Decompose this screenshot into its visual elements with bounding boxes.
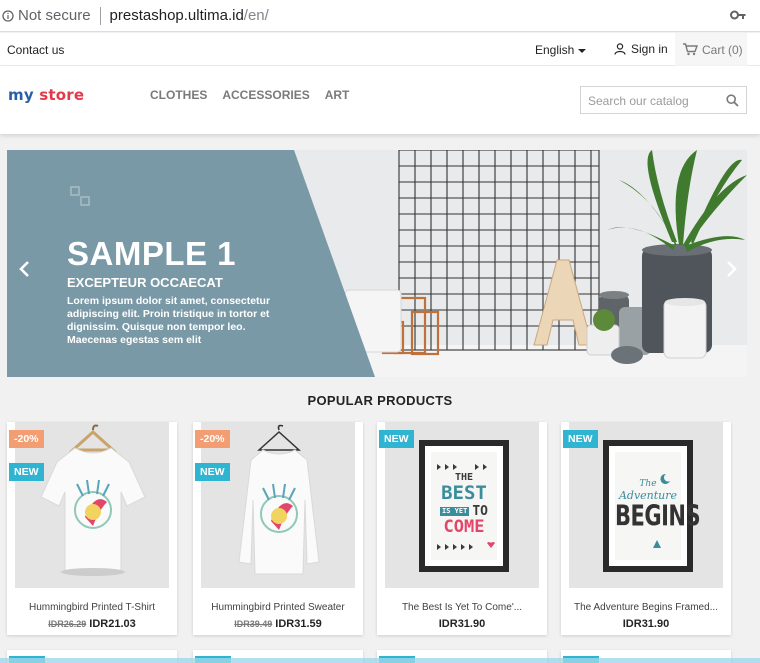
search-icon[interactable] [726, 94, 739, 107]
product-title[interactable]: The Adventure Begins Framed... [561, 602, 731, 613]
cart-icon [683, 43, 698, 56]
product-price-line: IDR31.90 [561, 618, 731, 630]
browser-address-bar[interactable]: Not secure prestashop.ultima.id/en/ [0, 0, 760, 32]
logo-word-store: store [39, 86, 85, 104]
menu-item-clothes[interactable]: CLOTHES [150, 88, 207, 102]
site-header: my store CLOTHES ACCESSORIES ART Search … [0, 66, 760, 134]
product-price-line: IDR26.29 IDR21.03 [7, 618, 177, 630]
slide-caption: SAMPLE 1 EXCEPTEUR OCCAECAT Lorem ipsum … [67, 235, 295, 347]
poster-text-best: BEST [441, 482, 487, 504]
cart-label: Cart (0) [702, 42, 743, 57]
logo-word-my: my [8, 86, 34, 104]
poster-text-the: The [639, 479, 657, 489]
top-nav: Contact us English Sign in Cart (0) [0, 33, 760, 66]
slide-description: Lorem ipsum dolor sit amet, consectetur … [67, 295, 271, 346]
divider [99, 6, 101, 25]
poster-text-begins: BEGINS [615, 499, 701, 533]
discount-badge: -20% [195, 430, 230, 448]
main-menu: CLOTHES ACCESSORIES ART [150, 88, 349, 102]
caret-down-icon [578, 48, 587, 53]
product-card[interactable]: The Adventure BEGINS NEW The Adventure B… [561, 422, 731, 635]
contact-link[interactable]: Contact us [7, 43, 64, 57]
homepage-slider[interactable]: SAMPLE 1 EXCEPTEUR OCCAECAT Lorem ipsum … [7, 150, 747, 377]
page-bottom-edge [0, 658, 760, 663]
sign-in-label: Sign in [631, 42, 668, 56]
info-icon[interactable] [2, 9, 14, 22]
product-title[interactable]: Hummingbird Printed T-Shirt [7, 602, 177, 613]
product-price-line: IDR39.49 IDR31.59 [193, 618, 363, 630]
product-price: IDR21.03 [89, 618, 136, 630]
slide-title: SAMPLE 1 [67, 235, 237, 272]
product-card[interactable]: -20% NEW Hummingbird Printed T-Shirt IDR… [7, 422, 177, 635]
popular-products-title: POPULAR PRODUCTS [307, 393, 453, 408]
cart-button[interactable]: Cart (0) [675, 33, 747, 66]
url-path[interactable]: /en/ [244, 7, 269, 24]
product-card[interactable]: THE BEST IS YET TO COME NEW The Best Is … [377, 422, 547, 635]
product-title[interactable]: The Best Is Yet To Come'... [377, 602, 547, 613]
product-price: IDR31.90 [622, 618, 670, 630]
poster-text-is-yet: IS YET [440, 507, 470, 516]
url-host[interactable]: prestashop.ultima.id [110, 7, 244, 24]
poster-text-come: COME [443, 517, 485, 537]
security-status[interactable]: Not secure [18, 7, 91, 24]
discount-badge: -20% [9, 430, 44, 448]
regular-price: IDR39.49 [234, 619, 273, 629]
key-icon[interactable] [730, 8, 746, 22]
product-price: IDR31.90 [438, 618, 486, 630]
menu-item-art[interactable]: ART [325, 88, 350, 102]
new-badge: NEW [379, 430, 414, 448]
language-label: English [535, 43, 575, 57]
product-title[interactable]: Hummingbird Printed Sweater [193, 602, 363, 613]
language-selector[interactable]: English [535, 43, 587, 57]
menu-item-accessories[interactable]: ACCESSORIES [222, 88, 309, 102]
product-price: IDR31.59 [275, 618, 322, 630]
slider-next-arrow-icon[interactable] [725, 260, 739, 278]
slide-subtitle: EXCEPTEUR OCCAECAT [67, 275, 223, 290]
product-card[interactable]: -20% NEW Hummingbird Printed Sweater IDR… [193, 422, 363, 635]
search-input[interactable]: Search our catalog [580, 86, 747, 114]
new-badge: NEW [563, 430, 598, 448]
store-logo[interactable]: my store [8, 86, 84, 104]
search-placeholder: Search our catalog [588, 94, 689, 108]
regular-price: IDR26.29 [48, 619, 87, 629]
sign-in-link[interactable]: Sign in [614, 42, 668, 56]
product-price-line: IDR31.90 [377, 618, 547, 630]
slider-prev-arrow-icon[interactable] [17, 260, 31, 278]
user-icon [614, 43, 626, 55]
new-badge: NEW [9, 463, 44, 481]
new-badge: NEW [195, 463, 230, 481]
